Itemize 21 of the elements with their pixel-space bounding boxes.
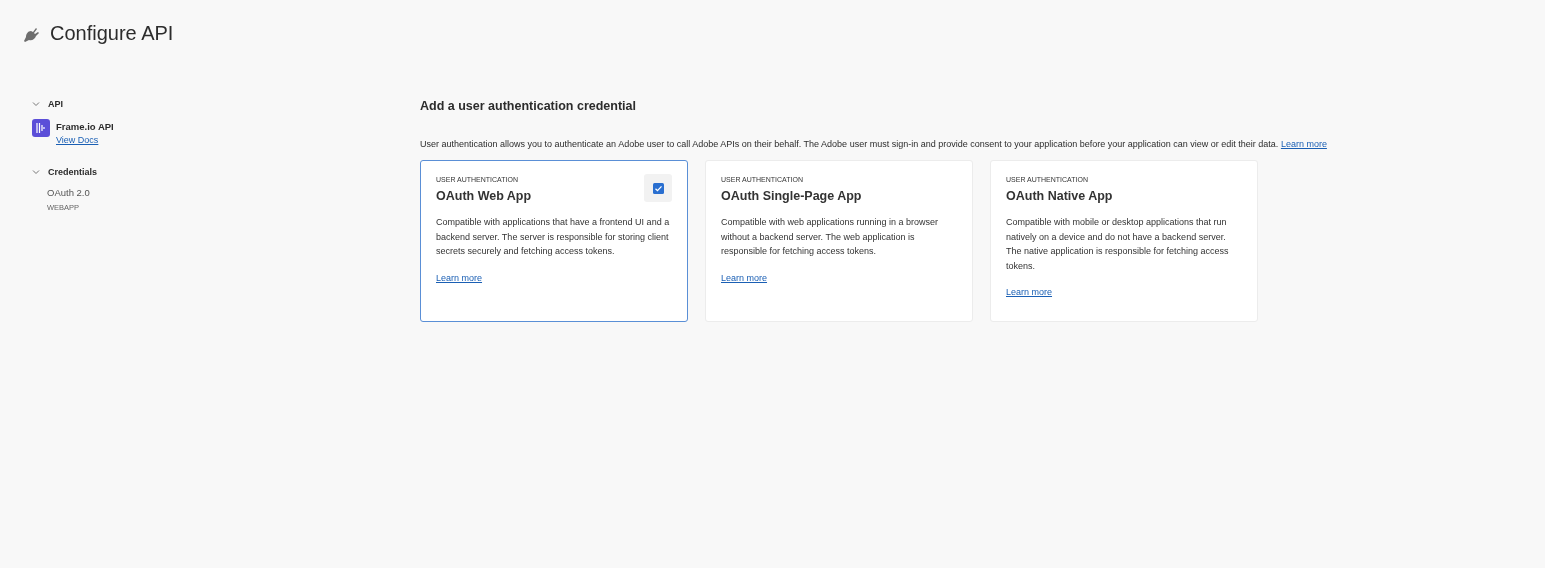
description-text: User authentication allows you to authenticate an Adobe user to call Adobe APIs on their behalf. The Adobe user must sign-in and provide consent to your application before your application can view or edit their data. [420, 139, 1279, 149]
learn-more-link[interactable]: Learn more [721, 272, 768, 283]
section-label: API [48, 99, 63, 109]
card-title: OAuth Single-Page App [721, 189, 862, 203]
credential-name[interactable]: OAuth 2.0 [47, 187, 420, 198]
section-label: Credentials [48, 167, 98, 177]
card-title: OAuth Web App [436, 189, 532, 203]
credential-card[interactable] [420, 160, 688, 322]
card-description: Compatible with applications that have a frontend UI and a backend server. The server is responsible for storing client secrets securely and fetching access tokens. [436, 216, 671, 258]
view-docs-link[interactable]: View Docs [56, 135, 114, 145]
api-name: Frame.io API [56, 121, 114, 132]
learn-more-link[interactable]: Learn more [436, 272, 483, 283]
page-title: Configure API [50, 22, 174, 45]
card-title: OAuth Native App [1006, 189, 1113, 203]
card-description: Compatible with mobile or desktop applications that run natively on a device and do not have a backend server. The native application is responsible for fetching access tokens. [1006, 216, 1230, 273]
section-heading: Add a user authentication credential [420, 99, 637, 113]
card-description: Compatible with web applications running in a browser without a backend server. The web application is responsible for fetching access tokens. [721, 216, 940, 258]
app-logo-icon [32, 119, 50, 137]
learn-more-link[interactable]: Learn more [1280, 139, 1327, 149]
checkbox[interactable] [652, 182, 664, 194]
learn-more-link[interactable]: Learn more [1006, 287, 1053, 297]
